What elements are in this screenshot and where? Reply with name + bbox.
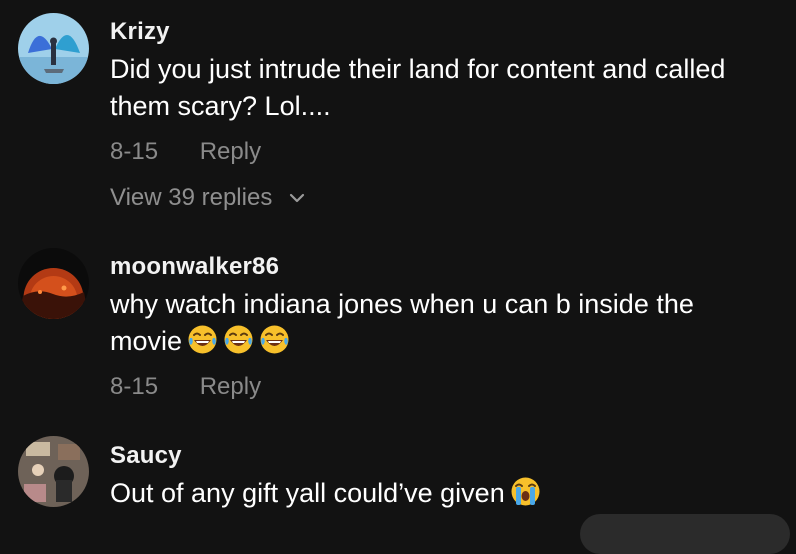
comment-username[interactable]: Krizy — [110, 18, 170, 46]
reply-button[interactable]: Reply — [200, 373, 261, 401]
view-replies-button[interactable]: View 39 replies — [110, 184, 305, 213]
avatar-image — [18, 13, 89, 84]
comment-text: Did you just intrude their land for cont… — [110, 51, 780, 125]
comment-date: 8-15 — [110, 373, 159, 400]
comment-text-line: them scary? Lol.... — [110, 91, 331, 121]
comment-text-segment: Out of any gift yall could’ve given — [110, 478, 505, 508]
reply-button[interactable]: Reply — [200, 138, 261, 166]
chevron-down-icon — [289, 183, 305, 211]
avatar-image — [18, 248, 89, 319]
comment-date: 8-15 — [110, 138, 159, 165]
avatar[interactable] — [18, 436, 89, 507]
view-replies-label: View 39 replies — [110, 184, 273, 211]
comment-username[interactable]: Saucy — [110, 442, 182, 470]
comment-text-line: why watch indiana jones when u can b ins… — [110, 289, 694, 319]
face-with-tears-of-joy-icon — [187, 324, 218, 355]
face-with-tears-of-joy-icon — [223, 324, 254, 355]
comment-meta: 8-15 Reply — [110, 373, 261, 401]
comment-meta: 8-15 Reply — [110, 138, 261, 166]
comment-text: Out of any gift yall could’ve given — [110, 475, 780, 512]
loudly-crying-face-icon — [510, 476, 541, 507]
comment-input-bar[interactable] — [580, 514, 790, 554]
avatar[interactable] — [18, 13, 89, 84]
avatar-image — [18, 436, 89, 507]
comment-text-line: Did you just intrude their land for cont… — [110, 54, 726, 84]
comment-text-segment: movie — [110, 326, 183, 356]
face-with-tears-of-joy-icon — [259, 324, 290, 355]
comment-username[interactable]: moonwalker86 — [110, 253, 279, 281]
avatar[interactable] — [18, 248, 89, 319]
comment-text-line: Out of any gift yall could’ve given — [110, 475, 780, 512]
comment-text: why watch indiana jones when u can b ins… — [110, 286, 780, 360]
comment-text-line: movie — [110, 323, 780, 360]
